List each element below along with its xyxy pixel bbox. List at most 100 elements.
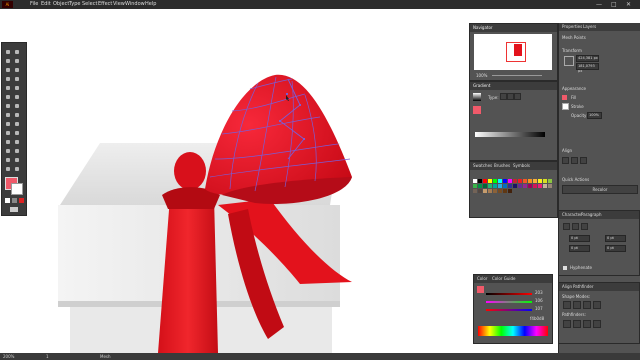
- color-swatch[interactable]: [533, 184, 537, 188]
- artboard-tool-icon[interactable]: [5, 157, 11, 163]
- right-indent-field[interactable]: 0 pt: [605, 235, 626, 242]
- color-swatch[interactable]: [543, 184, 547, 188]
- color-swatch[interactable]: [538, 179, 542, 183]
- status-zoom[interactable]: 200%: [3, 353, 14, 360]
- left-indent-field[interactable]: 0 pt: [569, 235, 590, 242]
- artboard-canvas[interactable]: [0, 9, 468, 353]
- tab-brushes[interactable]: Brushes: [494, 162, 510, 170]
- curvature-tool-icon[interactable]: [14, 67, 20, 73]
- gradient-slider[interactable]: [475, 132, 545, 137]
- pencil-tool-icon[interactable]: [5, 94, 11, 100]
- rectangle-tool-icon[interactable]: [5, 85, 11, 91]
- align-left-button[interactable]: [562, 157, 569, 164]
- menu-view[interactable]: View: [113, 0, 125, 9]
- color-swatch[interactable]: [478, 189, 482, 193]
- color-swatch[interactable]: [543, 179, 547, 183]
- color-swatch[interactable]: [513, 179, 517, 183]
- reference-point-icon[interactable]: [564, 56, 574, 66]
- lasso-tool-icon[interactable]: [14, 58, 20, 64]
- gradient-fill-swatch[interactable]: [473, 106, 481, 114]
- menu-window[interactable]: Window: [125, 0, 145, 9]
- selection-tool-icon[interactable]: [5, 49, 11, 55]
- paintbrush-tool-icon[interactable]: [14, 85, 20, 91]
- color-swatch[interactable]: [498, 184, 502, 188]
- screen-mode-icon[interactable]: [10, 207, 18, 212]
- color-swatch[interactable]: [513, 184, 517, 188]
- hyphenate-checkbox[interactable]: [563, 266, 567, 270]
- align-right-button[interactable]: [580, 157, 587, 164]
- color-swatch[interactable]: [523, 184, 527, 188]
- crop-button[interactable]: [593, 320, 601, 328]
- menu-object[interactable]: Object: [53, 0, 69, 9]
- color-mode-icon[interactable]: [5, 198, 10, 203]
- color-swatch[interactable]: [528, 179, 532, 183]
- free-transform-tool-icon[interactable]: [14, 112, 20, 118]
- none-mode-icon[interactable]: [19, 198, 24, 203]
- width-tool-icon[interactable]: [5, 112, 11, 118]
- tab-properties[interactable]: Properties: [562, 23, 582, 31]
- color-swatch[interactable]: [473, 179, 477, 183]
- merge-button[interactable]: [583, 320, 591, 328]
- tab-paragraph[interactable]: Paragraph: [581, 211, 602, 219]
- navigator-preview[interactable]: [474, 34, 552, 70]
- color-swatch[interactable]: [548, 184, 552, 188]
- eraser-tool-icon[interactable]: [14, 94, 20, 100]
- blend-tool-icon[interactable]: [14, 139, 20, 145]
- y-field[interactable]: 181,0793 px: [576, 63, 599, 73]
- stroke-color-swatch[interactable]: [11, 183, 23, 195]
- color-swatch[interactable]: [548, 179, 552, 183]
- gradient-mode-icon[interactable]: [12, 198, 17, 203]
- direct-selection-tool-icon[interactable]: [14, 49, 20, 55]
- gradient-tool-icon[interactable]: [14, 130, 20, 136]
- color-swatch[interactable]: [508, 189, 512, 193]
- menu-select[interactable]: Select: [82, 0, 97, 9]
- radial-gradient-button[interactable]: [507, 93, 514, 100]
- opacity-field[interactable]: 100%: [587, 112, 602, 119]
- color-swatch[interactable]: [493, 184, 497, 188]
- red-value[interactable]: 203: [535, 290, 543, 295]
- menu-type[interactable]: Type: [69, 0, 80, 9]
- graph-tool-icon[interactable]: [14, 148, 20, 154]
- color-spectrum[interactable]: [478, 326, 548, 336]
- blue-value[interactable]: 107: [535, 306, 543, 311]
- freeform-gradient-button[interactable]: [514, 93, 521, 100]
- opacity-label[interactable]: Opacity: [571, 113, 586, 118]
- pen-tool-icon[interactable]: [5, 67, 11, 73]
- color-swatch[interactable]: [518, 179, 522, 183]
- gradient-preview-swatch[interactable]: [473, 93, 481, 101]
- color-swatch[interactable]: [493, 189, 497, 193]
- zoom-tool-icon[interactable]: [14, 166, 20, 172]
- align-center-button[interactable]: [571, 157, 578, 164]
- color-swatch[interactable]: [533, 179, 537, 183]
- color-swatch[interactable]: [518, 184, 522, 188]
- menu-help[interactable]: Help: [145, 0, 156, 9]
- blue-slider[interactable]: [486, 309, 532, 311]
- color-swatch[interactable]: [538, 184, 542, 188]
- rotate-tool-icon[interactable]: [5, 103, 11, 109]
- space-before-field[interactable]: 0 pt: [569, 245, 590, 252]
- maximize-button[interactable]: □: [611, 0, 617, 9]
- tab-align[interactable]: Align: [562, 283, 572, 291]
- x-field[interactable]: 424,381 px: [576, 55, 599, 62]
- unite-button[interactable]: [563, 301, 571, 309]
- slice-tool-icon[interactable]: [14, 157, 20, 163]
- color-swatch[interactable]: [508, 179, 512, 183]
- type-tool-icon[interactable]: [5, 76, 11, 82]
- symbol-sprayer-tool-icon[interactable]: [5, 148, 11, 154]
- hex-value[interactable]: f4b0d8: [530, 316, 544, 321]
- close-button[interactable]: ✕: [626, 0, 631, 9]
- status-page[interactable]: 1: [46, 353, 49, 360]
- menu-effect[interactable]: Effect: [98, 0, 112, 9]
- color-swatch[interactable]: [503, 179, 507, 183]
- appearance-stroke-swatch[interactable]: [562, 103, 569, 110]
- color-swatch[interactable]: [473, 184, 477, 188]
- menu-edit[interactable]: Edit: [41, 0, 51, 9]
- align-text-right-icon[interactable]: [581, 223, 588, 230]
- align-text-left-icon[interactable]: [563, 223, 570, 230]
- tab-layers[interactable]: Layers: [583, 23, 596, 31]
- color-swatch[interactable]: [488, 179, 492, 183]
- color-swatch[interactable]: [483, 189, 487, 193]
- minimize-button[interactable]: —: [596, 0, 602, 9]
- color-swatch[interactable]: [488, 189, 492, 193]
- red-slider[interactable]: [486, 293, 532, 295]
